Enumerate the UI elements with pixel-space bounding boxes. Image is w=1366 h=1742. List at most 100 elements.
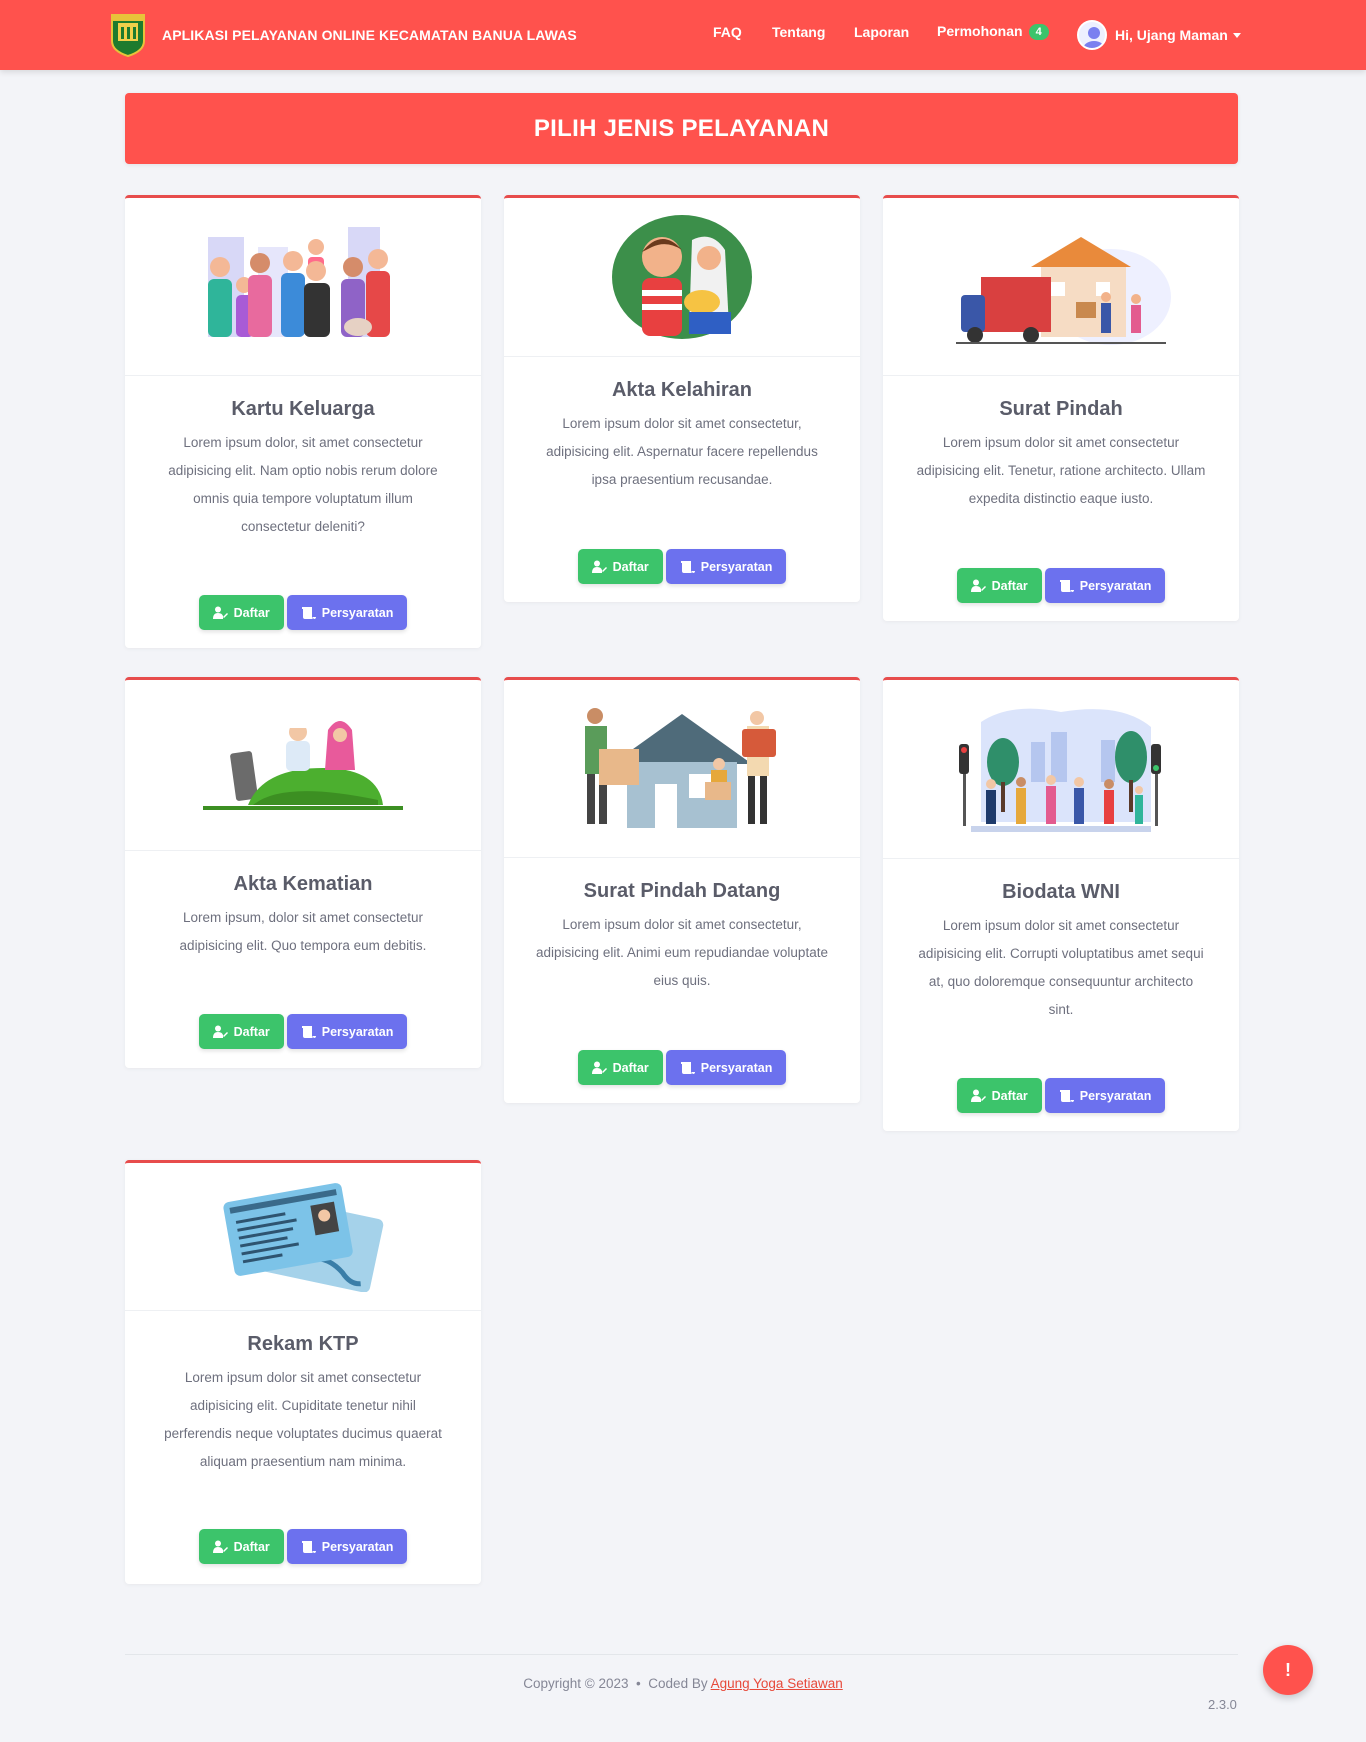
persyaratan-label: Persyaratan [1079,578,1152,593]
scroll-icon [301,606,316,619]
persyaratan-label: Persyaratan [321,1539,394,1554]
service-card-biodata-wni: Biodata WNI Lorem ipsum dolor sit amet c… [883,677,1239,1131]
card-description: Lorem ipsum dolor sit amet consectetur a… [164,1370,442,1469]
card-title: Kartu Keluarga [231,398,375,420]
user-edit-icon [212,1540,228,1553]
page-title: PILIH JENIS PELAYANAN [533,114,830,142]
nav-permohonan[interactable]: Permohonan 4 [937,23,1049,40]
card-title: Biodata WNI [1002,881,1120,903]
card-actions: Daftar Persyaratan [125,1014,481,1049]
persyaratan-label: Persyaratan [321,605,394,620]
daftar-button[interactable]: Daftar [198,1014,284,1049]
daftar-button[interactable]: Daftar [577,1050,663,1085]
service-card-surat-pindah: Surat Pindah Lorem ipsum dolor sit amet … [883,195,1239,621]
copyright-text: Copyright © 2023 [523,1676,629,1691]
brand-title: APLIKASI PELAYANAN ONLINE KECAMATAN BANU… [162,27,577,43]
card-description: Lorem ipsum dolor sit amet consectetur a… [918,918,1204,1017]
birth-illustration-icon [504,198,860,357]
footer: Copyright © 2023 • Coded By Agung Yoga S… [0,1676,1366,1691]
house-moving-illustration-icon [504,680,860,858]
exclamation-icon: ! [1285,1659,1291,1680]
card-title: Akta Kematian [233,873,373,895]
card-description: Lorem ipsum dolor sit amet consectetur, … [546,416,818,487]
nav-permohonan-label: Permohonan [937,23,1023,39]
card-description: Lorem ipsum dolor, sit amet consectetur … [168,435,438,534]
user-edit-icon [970,1089,986,1102]
daftar-button[interactable]: Daftar [956,568,1042,603]
card-title: Rekam KTP [247,1333,359,1355]
user-edit-icon [212,1025,228,1038]
id-card-illustration-icon [125,1163,481,1311]
app-version: 2.3.0 [1208,1697,1237,1712]
persyaratan-button[interactable]: Persyaratan [286,1529,408,1564]
persyaratan-button[interactable]: Persyaratan [1044,568,1166,603]
tabalong-logo-icon [110,13,146,58]
card-description: Lorem ipsum dolor sit amet consectetur a… [916,435,1206,506]
card-title: Surat Pindah Datang [583,880,781,902]
service-card-kartu-keluarga: Kartu Keluarga Lorem ipsum dolor, sit am… [125,195,481,648]
alert-fab-button[interactable]: ! [1263,1645,1313,1695]
scroll-icon [680,1061,695,1074]
persyaratan-button[interactable]: Persyaratan [286,1014,408,1049]
card-actions: Daftar Persyaratan [125,1529,481,1564]
footer-divider [125,1654,1238,1655]
card-actions: Daftar Persyaratan [125,595,481,630]
nav-faq[interactable]: FAQ [713,24,742,40]
persyaratan-button[interactable]: Persyaratan [1044,1078,1166,1113]
scroll-icon [1059,579,1074,592]
card-title: Akta Kelahiran [611,379,753,401]
user-edit-icon [591,560,607,573]
permohonan-count-badge: 4 [1028,24,1049,40]
service-card-rekam-ktp: Rekam KTP Lorem ipsum dolor sit amet con… [125,1160,481,1584]
daftar-button[interactable]: Daftar [198,1529,284,1564]
daftar-label: Daftar [233,605,270,620]
caret-down-icon [1232,32,1241,38]
brand[interactable]: APLIKASI PELAYANAN ONLINE KECAMATAN BANU… [110,13,577,58]
daftar-label: Daftar [991,578,1028,593]
moving-truck-illustration-icon [883,198,1239,376]
user-dropdown[interactable]: Hi, Ujang Maman [1077,20,1241,50]
city-crowd-illustration-icon [883,680,1239,859]
persyaratan-label: Persyaratan [1079,1088,1152,1103]
card-description: Lorem ipsum, dolor sit amet consectetur … [179,910,427,953]
scroll-icon [680,560,695,573]
daftar-button[interactable]: Daftar [577,549,663,584]
persyaratan-button[interactable]: Persyaratan [665,1050,787,1085]
daftar-button[interactable]: Daftar [956,1078,1042,1113]
navbar: APLIKASI PELAYANAN ONLINE KECAMATAN BANU… [0,0,1366,70]
user-edit-icon [212,606,228,619]
service-card-akta-kematian: Akta Kematian Lorem ipsum, dolor sit ame… [125,677,481,1068]
card-actions: Daftar Persyaratan [504,549,860,584]
daftar-button[interactable]: Daftar [198,595,284,630]
service-card-surat-pindah-datang: Surat Pindah Datang Lorem ipsum dolor si… [504,677,860,1103]
grave-illustration-icon [125,680,481,851]
nav-tentang[interactable]: Tentang [772,24,825,40]
persyaratan-label: Persyaratan [700,1060,773,1075]
user-greeting: Hi, Ujang Maman [1115,27,1228,43]
card-actions: Daftar Persyaratan [883,568,1239,603]
nav-laporan[interactable]: Laporan [854,24,909,40]
card-actions: Daftar Persyaratan [504,1050,860,1085]
card-description: Lorem ipsum dolor sit amet consectetur, … [536,917,828,988]
coded-by-text: Coded By [648,1676,708,1691]
user-edit-icon [591,1061,607,1074]
page-title-banner: PILIH JENIS PELAYANAN [125,93,1238,164]
user-edit-icon [970,579,986,592]
user-avatar-icon [1077,20,1107,50]
author-link[interactable]: Agung Yoga Setiawan [711,1676,843,1691]
card-title: Surat Pindah [999,398,1123,420]
persyaratan-label: Persyaratan [700,559,773,574]
daftar-label: Daftar [991,1088,1028,1103]
persyaratan-button[interactable]: Persyaratan [665,549,787,584]
daftar-label: Daftar [233,1024,270,1039]
scroll-icon [301,1025,316,1038]
daftar-label: Daftar [233,1539,270,1554]
daftar-label: Daftar [612,1060,649,1075]
persyaratan-button[interactable]: Persyaratan [286,595,408,630]
daftar-label: Daftar [612,559,649,574]
persyaratan-label: Persyaratan [321,1024,394,1039]
scroll-icon [301,1540,316,1553]
scroll-icon [1059,1089,1074,1102]
card-actions: Daftar Persyaratan [883,1078,1239,1113]
family-illustration-icon [125,198,481,376]
